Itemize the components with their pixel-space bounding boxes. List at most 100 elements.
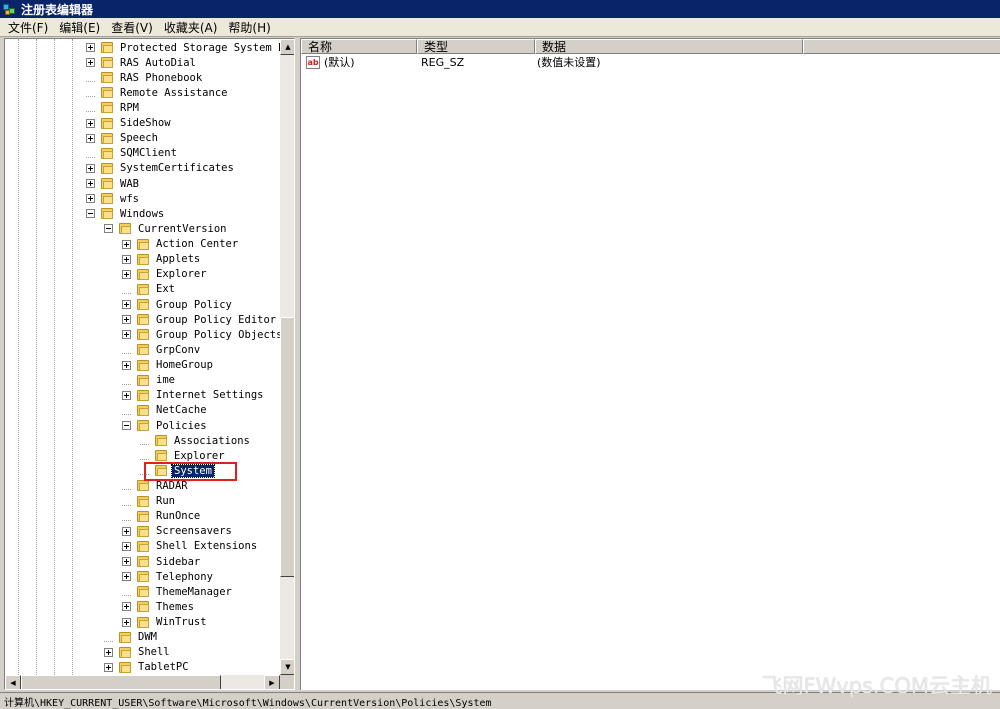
collapse-minus-icon[interactable] <box>86 209 95 219</box>
scroll-left-icon[interactable]: ◀ <box>5 675 21 689</box>
expand-plus-icon[interactable] <box>122 360 131 370</box>
values-list-pane[interactable]: 名称 类型 数据 ab (默认) REG_SZ (数值未设置) <box>300 38 1000 690</box>
tree-node-label: RPM <box>120 101 139 114</box>
tree-node[interactable]: CurrentVersion <box>104 221 229 236</box>
tree-horizontal-scrollbar[interactable]: ◀ ▶ <box>5 675 280 689</box>
tree-node[interactable]: Windows <box>86 206 166 221</box>
folder-icon <box>136 510 150 523</box>
expand-plus-icon[interactable] <box>122 269 131 279</box>
tree-node[interactable]: RunOnce <box>122 509 202 524</box>
tree-node-label: Screensavers <box>156 525 232 538</box>
tree-node[interactable]: NetCache <box>122 403 209 418</box>
tree-node[interactable]: Applets <box>122 252 202 267</box>
folder-icon <box>136 540 150 553</box>
expand-plus-icon[interactable] <box>86 163 95 173</box>
tree-node[interactable]: HomeGroup <box>122 358 215 373</box>
tree-node[interactable]: Internet Settings <box>122 388 265 403</box>
folder-icon <box>136 328 150 341</box>
menu-help[interactable]: 帮助(H) <box>224 19 277 36</box>
scroll-up-icon[interactable]: ▲ <box>280 39 294 55</box>
tree-node-label: Windows <box>120 207 165 220</box>
menu-edit[interactable]: 编辑(E) <box>55 19 107 36</box>
expand-plus-icon[interactable] <box>122 617 131 627</box>
tree-node[interactable]: Group Policy Editor <box>122 312 278 327</box>
expand-plus-icon[interactable] <box>122 572 131 582</box>
tree-node[interactable]: GrpConv <box>122 342 202 357</box>
expand-plus-icon[interactable] <box>122 541 131 551</box>
tree-node[interactable]: Sidebar <box>122 554 202 569</box>
tree-node[interactable]: Action Center <box>122 237 240 252</box>
hscrollbar-thumb[interactable] <box>21 675 221 689</box>
key-tree[interactable]: Protected Storage System Pro RAS AutoDial… <box>5 39 280 675</box>
expand-plus-icon[interactable] <box>122 239 131 249</box>
tree-node[interactable]: Ext <box>122 282 177 297</box>
tree-node-label: Applets <box>156 253 201 266</box>
scrollbar-thumb[interactable] <box>280 317 294 577</box>
column-header-type[interactable]: 类型 <box>417 39 535 54</box>
expand-plus-icon[interactable] <box>86 58 95 68</box>
collapse-minus-icon[interactable] <box>104 224 113 234</box>
tree-node[interactable]: WAB <box>86 176 141 191</box>
expand-plus-icon[interactable] <box>86 179 95 189</box>
expand-plus-icon[interactable] <box>86 133 95 143</box>
tree-node[interactable]: Group Policy <box>122 297 234 312</box>
folder-icon <box>136 479 150 492</box>
tree-node[interactable]: SystemCertificates <box>86 161 236 176</box>
tree-node[interactable]: RAS AutoDial <box>86 55 198 70</box>
expand-plus-icon[interactable] <box>122 526 131 536</box>
tree-node[interactable]: ime <box>122 373 177 388</box>
tree-node-label: RunOnce <box>156 510 201 523</box>
tree-node[interactable]: Run <box>122 494 177 509</box>
menu-file[interactable]: 文件(F) <box>4 19 55 36</box>
menu-favorites[interactable]: 收藏夹(A) <box>160 19 225 36</box>
tree-vertical-scrollbar[interactable]: ▲ ▼ <box>280 39 294 675</box>
expand-plus-icon[interactable] <box>104 662 113 672</box>
tree-node[interactable]: TabletPC <box>104 660 191 675</box>
tree-node[interactable]: SQMClient <box>86 146 179 161</box>
tree-node-label: Explorer <box>156 268 207 281</box>
tree-node[interactable]: RPM <box>86 100 141 115</box>
tree-node[interactable]: Speech <box>86 131 160 146</box>
tree-node[interactable]: WinTrust <box>122 615 209 630</box>
tree-node[interactable]: wfs <box>86 191 141 206</box>
scroll-right-icon[interactable]: ▶ <box>264 675 280 689</box>
expand-plus-icon[interactable] <box>122 254 131 264</box>
tree-node[interactable]: Policies <box>122 418 209 433</box>
tree-node[interactable]: ThemeManager <box>122 584 234 599</box>
tree-node[interactable]: Telephony <box>122 569 215 584</box>
expand-plus-icon[interactable] <box>122 300 131 310</box>
column-header-name[interactable]: 名称 <box>301 39 417 54</box>
expand-plus-icon[interactable] <box>122 330 131 340</box>
scroll-down-icon[interactable]: ▼ <box>280 659 294 675</box>
tree-node[interactable]: Explorer <box>140 448 227 463</box>
tree-node-label: NetCache <box>156 404 207 417</box>
tree-node[interactable]: RAS Phonebook <box>86 70 204 85</box>
tree-node[interactable]: Explorer <box>122 267 209 282</box>
expand-plus-icon[interactable] <box>122 557 131 567</box>
collapse-minus-icon[interactable] <box>122 421 131 430</box>
tree-node[interactable]: Themes <box>122 599 196 614</box>
tree-node[interactable]: SideShow <box>86 116 173 131</box>
tree-node[interactable]: DWM <box>104 630 159 645</box>
value-row[interactable]: ab (默认) REG_SZ (数值未设置) <box>301 55 1000 71</box>
tree-node[interactable]: Associations <box>140 433 252 448</box>
menu-view[interactable]: 查看(V) <box>107 19 160 36</box>
folder-icon <box>100 117 114 130</box>
tree-node[interactable]: Shell Extensions <box>122 539 259 554</box>
expand-plus-icon[interactable] <box>86 43 95 52</box>
folder-icon <box>136 419 150 432</box>
tree-node[interactable]: Group Policy Objects <box>122 327 280 342</box>
tree-node[interactable]: Protected Storage System Pro <box>86 40 280 55</box>
regedit-icon <box>3 2 17 16</box>
expand-plus-icon[interactable] <box>86 194 95 204</box>
expand-plus-icon[interactable] <box>122 315 131 325</box>
expand-plus-icon[interactable] <box>122 602 131 612</box>
tree-node[interactable]: Shell <box>104 645 172 660</box>
tree-node[interactable]: Screensavers <box>122 524 234 539</box>
expand-plus-icon[interactable] <box>86 118 95 128</box>
folder-icon <box>136 253 150 266</box>
tree-node[interactable]: Remote Assistance <box>86 85 229 100</box>
expand-plus-icon[interactable] <box>122 390 131 400</box>
expand-plus-icon[interactable] <box>104 647 113 657</box>
column-header-data[interactable]: 数据 <box>535 39 803 54</box>
